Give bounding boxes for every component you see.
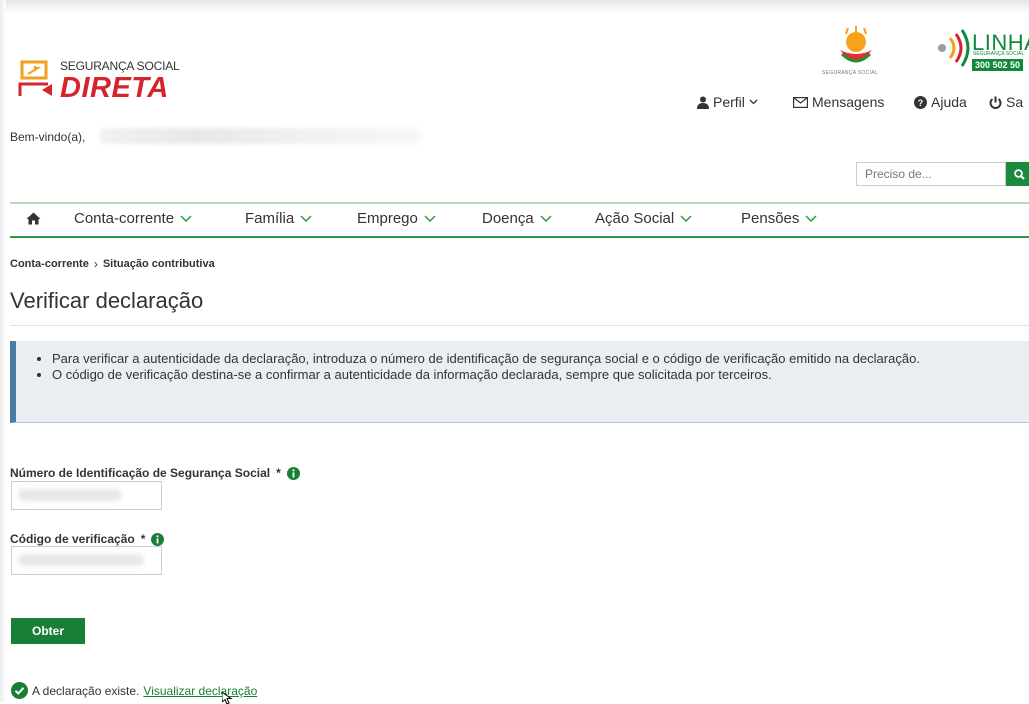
niss-label: Número de Identificação de Segurança Soc… (10, 466, 300, 480)
svg-text:?: ? (918, 98, 924, 108)
info-list: Para verificar a autenticidade da declar… (30, 351, 1015, 383)
result-message: A declaração existe. Visualizar declaraç… (11, 682, 257, 699)
niss-input[interactable] (11, 481, 162, 510)
breadcrumb-parent[interactable]: Conta-corrente (10, 258, 89, 270)
linha-phone-number: 300 502 50 (972, 59, 1024, 71)
home-link[interactable] (26, 212, 41, 230)
logo-small-text: SEGURANÇA SOCIAL (60, 59, 180, 73)
chevron-down-icon (680, 215, 692, 222)
mensagens-label: Mensagens (812, 94, 885, 110)
niss-label-text: Número de Identificação de Segurança Soc… (10, 466, 271, 480)
seguranca-social-direta-logo[interactable]: SEGURANÇA SOCIAL DIRETA (18, 56, 198, 106)
phone-waves-icon (938, 29, 970, 67)
chevron-down-icon (180, 215, 192, 222)
codigo-input[interactable] (11, 546, 162, 575)
envelope-icon (793, 96, 808, 108)
window-shadow-left (0, 0, 6, 702)
redacted-codigo-value (18, 554, 144, 566)
nav-pensoes-label: Pensões (741, 210, 800, 227)
perfil-label: Perfil (713, 94, 745, 110)
perfil-menu[interactable]: Perfil (697, 94, 758, 110)
chevron-down-icon (540, 215, 552, 222)
info-box: Para verificar a autenticidade da declar… (10, 341, 1029, 423)
question-circle-icon: ? (914, 95, 927, 109)
nav-emprego-label: Emprego (357, 210, 418, 227)
breadcrumb: Conta-corrente › Situação contributiva (10, 257, 215, 271)
obter-button[interactable]: Obter (11, 618, 85, 644)
emblem-caption: SEGURANÇA SOCIAL (822, 70, 878, 76)
codigo-label: Código de verificação * (10, 532, 165, 546)
ajuda-label: Ajuda (931, 94, 967, 110)
nav-familia[interactable]: Família (245, 210, 312, 227)
ajuda-link[interactable]: ? Ajuda (914, 94, 967, 110)
page-title: Verificar declaração (10, 288, 204, 313)
info-icon[interactable] (151, 532, 165, 546)
mensagens-link[interactable]: Mensagens (793, 94, 884, 110)
seguranca-social-emblem: SEGURANÇA SOCIAL (818, 24, 888, 80)
search-icon (1014, 168, 1025, 180)
linha-seguranca-social[interactable]: LINHA SEGURANÇA SOCIAL 300 502 50 (932, 28, 1029, 78)
check-circle-icon (11, 682, 28, 699)
codigo-label-text: Código de verificação (10, 532, 135, 546)
nav-doenca-label: Doença (482, 210, 534, 227)
logo-big-text: DIRETA (60, 72, 169, 104)
nav-emprego[interactable]: Emprego (357, 210, 436, 227)
welcome-text: Bem-vindo(a), (10, 130, 86, 144)
linha-subtitle: SEGURANÇA SOCIAL (973, 51, 1025, 57)
visualizar-declaracao-link[interactable]: Visualizar declaração (143, 684, 257, 698)
chevron-down-icon (749, 99, 758, 105)
nav-familia-label: Família (245, 210, 295, 227)
nav-pensoes[interactable]: Pensões (741, 210, 817, 227)
chevron-down-icon (805, 215, 817, 222)
window-shadow-top (0, 0, 1029, 14)
required-mark: * (276, 466, 281, 480)
logo-screen-icon (18, 60, 52, 96)
breadcrumb-current[interactable]: Situação contributiva (103, 258, 215, 270)
home-icon (26, 212, 41, 225)
info-item: O código de verificação destina-se a con… (52, 367, 1015, 383)
nav-acao-social[interactable]: Ação Social (595, 210, 692, 227)
redacted-user-name (100, 128, 420, 144)
redacted-niss-value (18, 489, 122, 501)
nav-conta-corrente-label: Conta-corrente (74, 210, 175, 227)
title-divider (10, 325, 1029, 326)
breadcrumb-separator-icon: › (93, 257, 98, 271)
chevron-down-icon (300, 215, 312, 222)
required-mark: * (140, 532, 146, 546)
search-input[interactable] (856, 162, 1006, 186)
power-icon (989, 96, 1002, 109)
search-button[interactable] (1006, 162, 1029, 186)
info-icon[interactable] (286, 466, 300, 480)
info-item: Para verificar a autenticidade da declar… (52, 351, 1015, 367)
mouse-cursor-icon (222, 692, 233, 704)
emblem-icon (840, 26, 872, 63)
nav-doenca[interactable]: Doença (482, 210, 552, 227)
chevron-down-icon (424, 215, 436, 222)
nav-conta-corrente[interactable]: Conta-corrente (74, 210, 192, 227)
result-text: A declaração existe. (32, 683, 140, 698)
sair-link[interactable]: Sa (989, 94, 1023, 110)
sair-label: Sa (1006, 94, 1024, 110)
main-navigation: Conta-corrente Família Emprego Doença Aç… (10, 202, 1029, 238)
nav-acao-social-label: Ação Social (595, 210, 675, 227)
user-icon (697, 96, 709, 109)
